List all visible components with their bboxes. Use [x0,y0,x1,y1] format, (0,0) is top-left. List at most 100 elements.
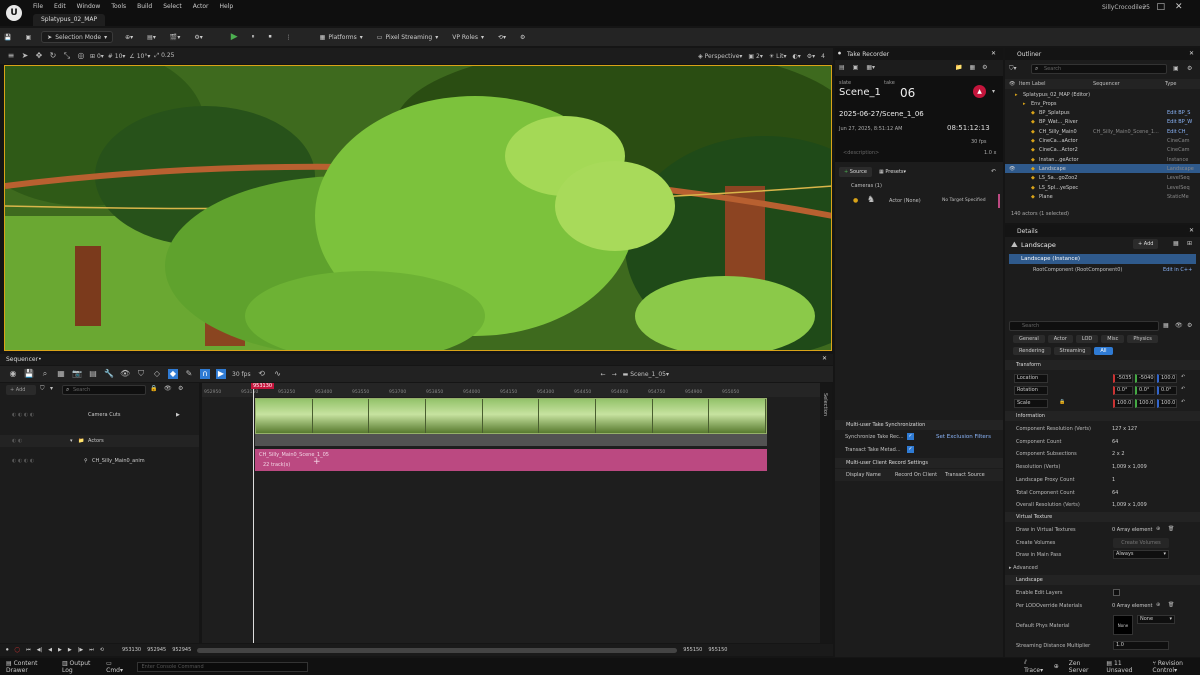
reset-icon[interactable]: ↶ [1181,374,1185,380]
scale-dropdown[interactable]: Scale [1014,399,1048,408]
range-start[interactable]: 952945 [172,647,191,653]
trace-button[interactable]: ⫽ Trace▾ [1024,659,1044,674]
reset-icon[interactable]: ↶ [1181,399,1185,405]
section-landscape[interactable]: Landscape [1005,575,1200,585]
grid-icon[interactable]: ▦ [969,64,975,71]
filter-icon[interactable]: ⛉▾ [1009,65,1017,73]
record-red-icon[interactable]: ◯ [15,647,21,653]
advanced-row[interactable]: ▸ Advanced [1005,562,1200,574]
enabled-dot-icon[interactable]: ● [853,197,858,204]
outliner-row[interactable]: ◆ LS_Sa...goZoo2 LevelSeq [1005,174,1200,183]
eye-icon[interactable]: 👁 [1009,81,1015,87]
streaming-distance-input[interactable]: 1.0 [1113,641,1169,650]
pause-button[interactable]: ⏸ [248,31,259,43]
anim-section[interactable]: CH_Silly_Main0_Scene_1_05 22 track(s) + [255,449,767,471]
outliner-row[interactable]: ◆ BP_Wat..._River Edit BP_W [1005,118,1200,127]
select-icon[interactable]: ➤ [20,51,30,61]
eye-icon[interactable]: 👁 [1009,166,1015,172]
outliner-row[interactable]: ◆ CineCa...aActor CineCam [1005,137,1200,146]
play-icon[interactable]: ▶ [58,647,62,653]
view-start[interactable]: 952945 [147,647,166,653]
snap-frame-icon[interactable]: ▶ [216,369,226,379]
forward-arrow-icon[interactable]: → [612,371,617,378]
cmd-dropdown[interactable]: ▭ Cmd▾ [106,660,126,674]
take-recorder-tab[interactable]: Take Recorder ⏺ ✕ [835,48,1003,60]
set-exclusion-filters-button[interactable]: Set Exclusion Filters [936,434,991,440]
presets-button[interactable]: ▦ Presets▾ [879,167,906,177]
description-field[interactable]: <description> [843,150,879,156]
rotation-x[interactable]: 0.0° [1113,386,1133,395]
film-icon[interactable]: ▦▾ [866,64,875,71]
save-icon[interactable]: 💾 [0,31,15,43]
cameras-group[interactable]: Cameras (1) [851,183,882,189]
outliner-row[interactable]: ◆ Plane StaticMe [1005,192,1200,201]
folder-icon[interactable]: 📁 [955,64,962,71]
outliner-row[interactable]: ◆ BP_Splatpus Edit BP_S [1005,109,1200,118]
chevron-down-icon[interactable]: ▾ [70,438,73,444]
rotation-y[interactable]: 0.0° [1135,386,1155,395]
loop-icon[interactable]: ⟲ [257,369,267,379]
outliner-row[interactable]: ▸ Env_Props [1005,99,1200,108]
location-dropdown[interactable]: Location [1014,374,1048,383]
pen-icon[interactable]: ✎ [184,369,194,379]
track-anim[interactable]: ◐ ◐ ◐ ◐ ⚲ CH_Silly_Main0_anim [0,455,199,467]
client-section-header[interactable]: Multi-user Client Record Settings [835,458,1003,468]
camera-cuts-section[interactable] [255,398,767,434]
snap-translate[interactable]: ⊞ 0▾ [90,53,104,60]
world-icon[interactable]: ◉ [8,369,18,379]
scale-icon[interactable]: ⤡ [62,51,72,61]
track-camera-cuts[interactable]: ◐ ◐ ◐ ◐ Camera Cuts ▶ [0,409,199,421]
content-icon[interactable]: ▣ [21,31,35,43]
playback-scale[interactable]: 1.0 x [984,150,997,156]
col-item-label[interactable]: Item Label [1019,81,1045,87]
curve-icon[interactable]: ∿ [273,369,283,379]
delete-icon[interactable]: 🗑 [1168,602,1174,608]
phys-material-dropdown[interactable]: None ▾ [1137,615,1175,624]
undo-icon[interactable]: ↶ [991,168,996,175]
scale-x[interactable]: 100.0 [1113,399,1133,408]
track-flags-icon[interactable]: ◐ ◐ ◐ ◐ [12,458,34,464]
selection-panel-tab[interactable]: Selection [820,383,832,643]
move-icon[interactable]: ✥ [34,51,44,61]
transact-take-checkbox[interactable]: ✓ [907,446,914,453]
slate-name[interactable]: Scene_1 [839,87,881,98]
grid-icon[interactable]: ⊞ [1187,240,1192,247]
rotation-z[interactable]: 0.0° [1157,386,1177,395]
lit-dropdown[interactable]: ☀ Lit▾ [769,53,787,60]
playhead[interactable] [253,383,254,643]
search-icon[interactable]: ⌕ [40,369,50,379]
hamburger-icon[interactable]: ≡ [6,51,16,61]
menu-edit[interactable]: Edit [54,3,66,10]
time-ruler[interactable]: 952950 953150 953250 953400 953550 953700 9538… [202,383,820,397]
sequencer-timeline[interactable]: 952950 953150 953250 953400 953550 953700 9538… [202,383,820,643]
add-component-button[interactable]: + Add [1133,239,1159,249]
col-type[interactable]: Type [1165,81,1176,87]
revision-control-button[interactable]: ⑂ Revision Control▾ [1152,660,1200,674]
snap-scale[interactable]: ⤢ 0.25 [154,52,174,60]
lock-icon[interactable]: 🔒 [150,385,157,392]
play-options-icon[interactable]: ⋮ [282,31,296,43]
save-icon[interactable]: 💾 [24,369,34,379]
menu-file[interactable]: File [33,3,43,10]
source-row[interactable]: ● ♞ Actor (None) No Target Specified [835,194,1003,208]
rotation-dropdown[interactable]: Rotation [1014,386,1048,395]
menu-help[interactable]: Help [220,3,234,10]
prev-frame-icon[interactable]: ◀ [48,647,52,653]
frame-rate[interactable]: 30 fps [971,139,987,145]
snap-angle[interactable]: ∠ 10°▾ [129,53,150,60]
perspective-dropdown[interactable]: ◈ Perspective▾ [698,53,742,60]
record-button[interactable]: ▲ [973,85,986,98]
delete-icon[interactable]: 🗑 [1168,526,1174,532]
next-frame-icon[interactable]: ▶ [68,647,72,653]
close-icon[interactable]: ✕ [1189,50,1194,57]
columns-icon[interactable]: ▦ [1163,322,1169,329]
keyframe-icon[interactable]: ◇ [152,369,162,379]
add-folder-icon[interactable]: ▣ [1173,65,1179,72]
details-tab-streaming[interactable]: Streaming [1053,347,1092,355]
outliner-item-type[interactable]: Edit CH_ [1167,129,1188,135]
outliner-item-type[interactable]: Edit BP_W [1167,119,1192,125]
create-volumes-button[interactable]: Create Volumes [1113,538,1169,548]
settings-icon[interactable]: ⚙ [516,31,529,43]
add-element-icon[interactable]: ⊕ [1156,602,1160,608]
col-transact-source[interactable]: Transact Source [945,472,985,478]
